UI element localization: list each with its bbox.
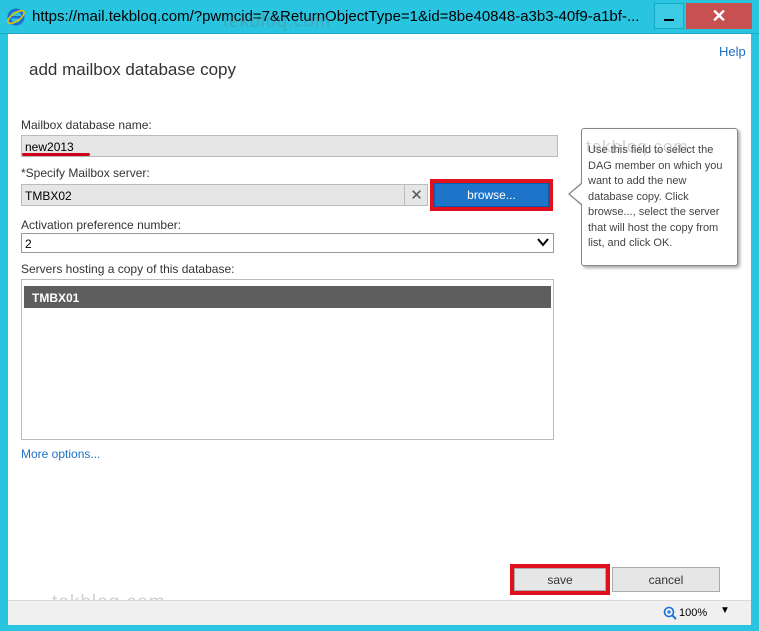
activation-select[interactable]: 2 xyxy=(21,233,554,253)
annotation-underline xyxy=(22,153,90,156)
activation-label: Activation preference number: xyxy=(21,218,182,232)
dialog-content: tekbloq.com Help add mailbox database co… xyxy=(8,11,751,625)
window-titlebar: https://mail.tekbloq.com/?pwmcid=7&Retur… xyxy=(0,0,759,34)
zoom-icon[interactable] xyxy=(663,606,677,620)
callout-text: Use this field to select the DAG member … xyxy=(588,144,723,249)
window-frame-left xyxy=(0,34,8,631)
callout-pointer-inner xyxy=(570,183,583,205)
chevron-down-icon xyxy=(537,238,549,247)
help-link[interactable]: Help xyxy=(719,44,746,59)
zoom-dropdown-icon[interactable]: ▼ xyxy=(720,605,730,616)
servers-list[interactable]: TMBX01 xyxy=(21,279,554,440)
cancel-button[interactable]: cancel xyxy=(612,567,720,592)
servers-label: Servers hosting a copy of this database: xyxy=(21,262,235,276)
save-button[interactable]: save xyxy=(514,568,606,591)
db-name-field[interactable]: new2013 xyxy=(21,135,558,157)
more-options-link[interactable]: More options... xyxy=(21,447,100,461)
window-frame-bottom xyxy=(0,625,759,631)
watermark-callout: tekbloq.com xyxy=(586,137,689,156)
watermark-top: tekbloq.com xyxy=(223,11,332,31)
activation-value: 2 xyxy=(25,237,32,251)
zoom-level: 100% xyxy=(679,607,708,619)
page-title: add mailbox database copy xyxy=(29,60,236,79)
status-bar: 100% ▼ xyxy=(8,600,751,625)
minimize-button[interactable] xyxy=(654,3,684,29)
server-label: *Specify Mailbox server: xyxy=(21,166,150,180)
browse-button[interactable]: browse... xyxy=(434,183,549,207)
db-name-label: Mailbox database name: xyxy=(21,118,152,132)
internet-explorer-icon xyxy=(7,8,25,26)
server-field[interactable]: TMBX02 xyxy=(21,184,428,206)
clear-icon[interactable]: ✕ xyxy=(404,184,428,206)
window-frame-right xyxy=(751,34,759,631)
list-item[interactable]: TMBX01 xyxy=(24,286,551,308)
close-window-button[interactable]: ✕ xyxy=(686,3,752,29)
window-url: https://mail.tekbloq.com/?pwmcid=7&Retur… xyxy=(32,8,640,25)
